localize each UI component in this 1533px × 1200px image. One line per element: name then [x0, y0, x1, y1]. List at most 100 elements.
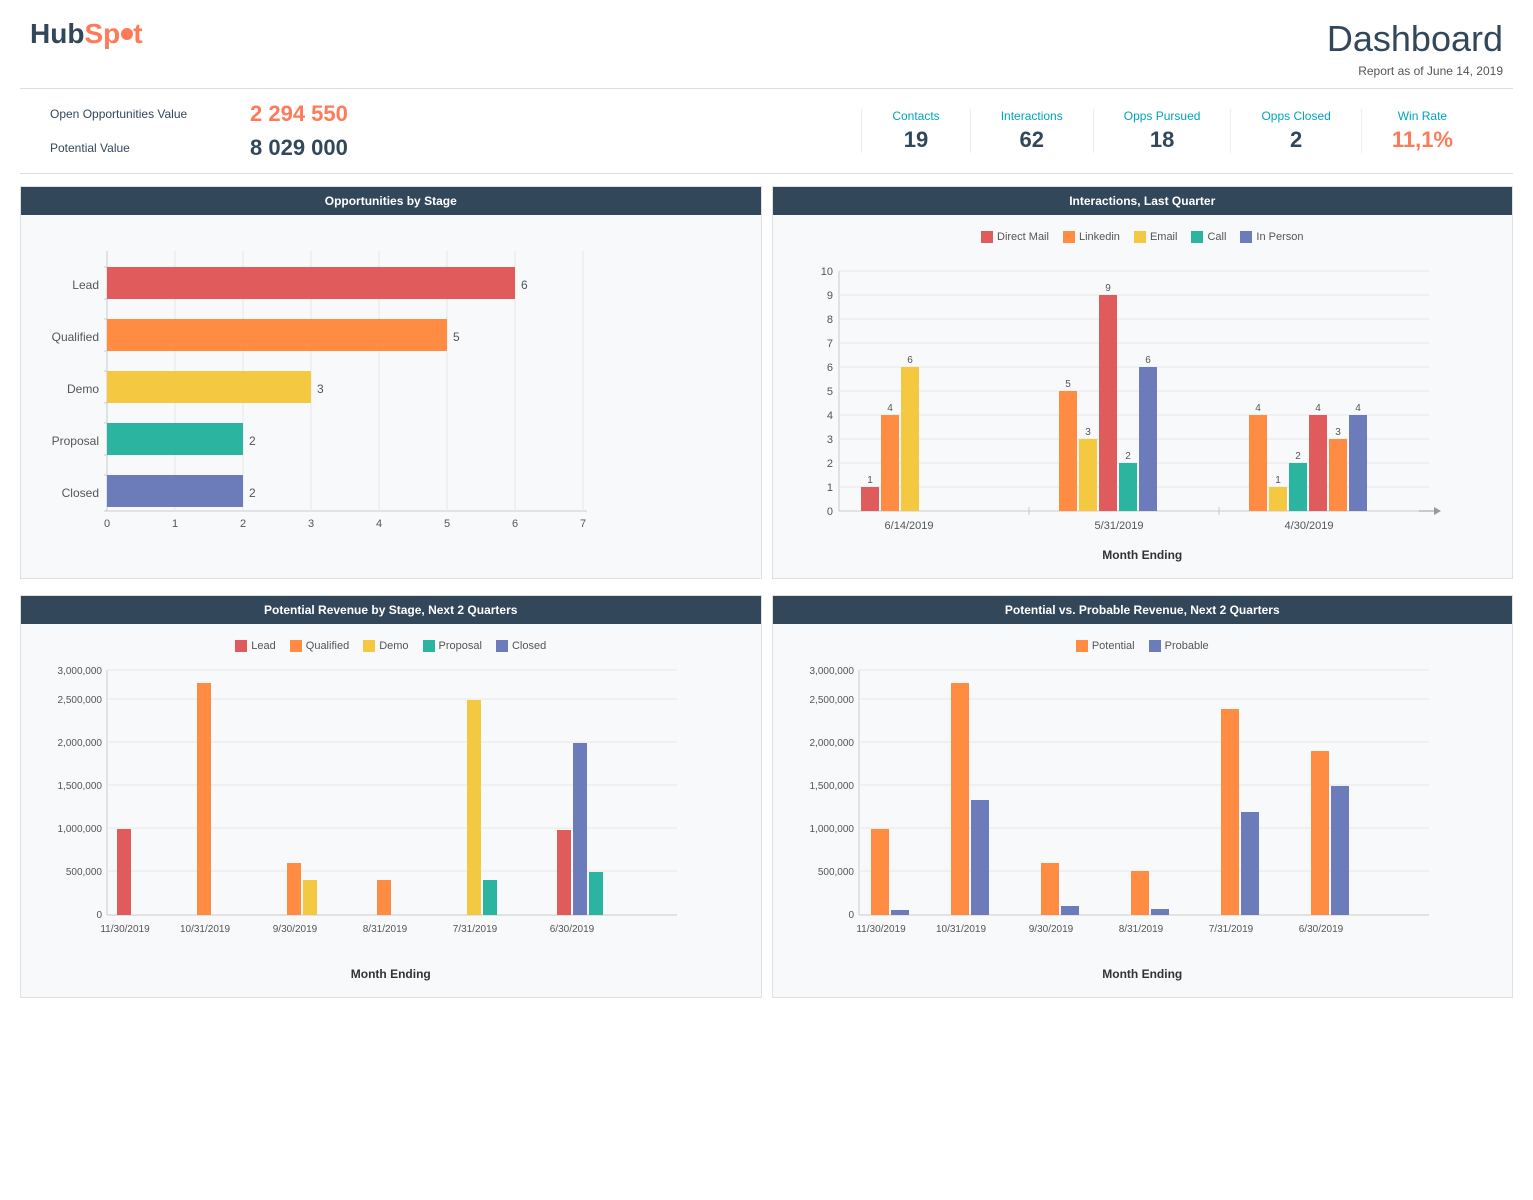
- leg-demo-label: Demo: [379, 640, 408, 652]
- svg-text:7/31/2019: 7/31/2019: [453, 924, 498, 935]
- svg-text:5: 5: [826, 386, 832, 398]
- interactions-label: Interactions: [1001, 109, 1063, 123]
- svg-text:6: 6: [826, 362, 832, 374]
- potential-by-stage-panel: Potential Revenue by Stage, Next 2 Quart…: [20, 595, 762, 998]
- legend-direct-mail-label: Direct Mail: [997, 231, 1049, 243]
- svg-text:2,000,000: 2,000,000: [809, 738, 854, 749]
- svg-text:2: 2: [1125, 451, 1131, 462]
- svg-text:0: 0: [104, 518, 110, 530]
- svg-text:3,000,000: 3,000,000: [809, 666, 854, 677]
- svg-text:1,000,000: 1,000,000: [809, 824, 854, 835]
- pvp-legend: Potential Probable: [789, 640, 1497, 652]
- opps-pursued-value: 18: [1124, 127, 1201, 153]
- svg-text:500,000: 500,000: [66, 867, 103, 878]
- leg-closed-box: [496, 640, 508, 652]
- svg-text:1: 1: [867, 475, 873, 486]
- svg-text:6/30/2019: 6/30/2019: [1298, 924, 1343, 935]
- svg-text:4: 4: [1255, 403, 1261, 414]
- bar-proposal: [107, 423, 243, 455]
- svg-text:9: 9: [826, 290, 832, 302]
- potential-vs-probable-body: Potential Probable 0 500,000 1,000,000 1…: [773, 624, 1513, 997]
- leg-proposal-label: Proposal: [439, 640, 482, 652]
- svg-text:10: 10: [820, 266, 832, 278]
- leg-probable-label: Probable: [1165, 640, 1209, 652]
- svg-text:500,000: 500,000: [817, 867, 854, 878]
- svg-text:2,500,000: 2,500,000: [58, 695, 103, 706]
- interactions-chart: 0 1 2 3 4 5 6 7 8 9 10: [789, 251, 1449, 541]
- contacts-label: Contacts: [892, 109, 939, 123]
- svg-text:0: 0: [848, 910, 854, 921]
- bar-demo: [107, 371, 311, 403]
- svg-text:9/30/2019: 9/30/2019: [1028, 924, 1073, 935]
- svg-text:0: 0: [826, 506, 832, 518]
- svg-text:2: 2: [826, 458, 832, 470]
- svg-text:4/30/2019: 4/30/2019: [1284, 520, 1333, 532]
- svg-text:6/30/2019: 6/30/2019: [550, 924, 595, 935]
- legend-email: Email: [1134, 231, 1178, 243]
- potential-by-stage-body: Lead Qualified Demo Proposal Closed 0 50…: [21, 624, 761, 997]
- pvp-axis-label: Month Ending: [789, 967, 1497, 981]
- dashboard-title: Dashboard: [1327, 18, 1503, 60]
- leg-proposal: Proposal: [423, 640, 482, 652]
- svg-text:6: 6: [1145, 355, 1151, 366]
- svg-text:Qualified: Qualified: [52, 330, 99, 344]
- svg-text:Proposal: Proposal: [52, 434, 99, 448]
- svg-text:7: 7: [580, 518, 586, 530]
- svg-text:11/30/2019: 11/30/2019: [100, 924, 150, 935]
- legend-linkedin: Linkedin: [1063, 231, 1120, 243]
- open-opps-label: Open Opportunities Value: [50, 107, 250, 121]
- opps-pursued-label: Opps Pursued: [1124, 109, 1201, 123]
- interactions-title: Interactions, Last Quarter: [773, 187, 1513, 215]
- opps-closed-value: 2: [1261, 127, 1330, 153]
- svg-text:4: 4: [887, 403, 893, 414]
- svg-text:5: 5: [453, 330, 460, 344]
- leg-probable-box: [1149, 640, 1161, 652]
- contacts-value: 19: [892, 127, 939, 153]
- leg-demo: Demo: [363, 640, 408, 652]
- svg-text:5: 5: [444, 518, 450, 530]
- svg-text:6/14/2019: 6/14/2019: [884, 520, 933, 532]
- legend-call-box: [1191, 231, 1203, 243]
- svg-text:10/31/2019: 10/31/2019: [935, 924, 985, 935]
- svg-text:7: 7: [826, 338, 832, 350]
- pvp-chart: 0 500,000 1,000,000 1,500,000 2,000,000 …: [789, 660, 1449, 960]
- logo-sp-text: Sp: [84, 18, 120, 50]
- svg-text:Closed: Closed: [62, 486, 99, 500]
- svg-text:7/31/2019: 7/31/2019: [1208, 924, 1253, 935]
- leg-lead-box: [235, 640, 247, 652]
- kpi-left: Open Opportunities Value 2 294 550 Poten…: [50, 97, 861, 165]
- top-charts-row: Opportunities by Stage 0 1 2 3 4 5 6 7: [20, 186, 1513, 579]
- svg-text:1: 1: [1275, 475, 1281, 486]
- svg-text:3,000,000: 3,000,000: [58, 666, 103, 677]
- svg-text:2: 2: [1295, 451, 1301, 462]
- kpi-win-rate: Win Rate 11,1%: [1361, 109, 1483, 153]
- kpi-open-opps-row: Open Opportunities Value 2 294 550: [50, 97, 861, 131]
- svg-text:8/31/2019: 8/31/2019: [363, 924, 408, 935]
- svg-text:9: 9: [1105, 283, 1111, 294]
- leg-qualified-box: [290, 640, 302, 652]
- legend-in-person-label: In Person: [1256, 231, 1303, 243]
- opps-closed-label: Opps Closed: [1261, 109, 1330, 123]
- leg-closed-label: Closed: [512, 640, 546, 652]
- potential-stage-axis-label: Month Ending: [37, 967, 745, 981]
- opps-by-stage-title: Opportunities by Stage: [21, 187, 761, 215]
- potential-by-stage-title: Potential Revenue by Stage, Next 2 Quart…: [21, 596, 761, 624]
- svg-text:10/31/2019: 10/31/2019: [180, 924, 230, 935]
- leg-demo-box: [363, 640, 375, 652]
- interactions-axis-label: Month Ending: [789, 548, 1497, 562]
- bottom-charts-row: Potential Revenue by Stage, Next 2 Quart…: [20, 595, 1513, 998]
- kpi-contacts: Contacts 19: [861, 109, 969, 153]
- kpi-potential-row: Potential Value 8 029 000: [50, 131, 861, 165]
- kpi-metrics: Contacts 19 Interactions 62 Opps Pursued…: [861, 109, 1483, 153]
- potential-value: 8 029 000: [250, 135, 348, 161]
- report-date: Report as of June 14, 2019: [1327, 64, 1503, 78]
- svg-text:1,500,000: 1,500,000: [809, 781, 854, 792]
- legend-call-label: Call: [1207, 231, 1226, 243]
- opps-by-stage-chart: 0 1 2 3 4 5 6 7 Lead 6: [37, 231, 617, 551]
- legend-in-person-box: [1240, 231, 1252, 243]
- logo-t-text: t: [133, 18, 142, 50]
- legend-in-person: In Person: [1240, 231, 1303, 243]
- kpi-opps-pursued: Opps Pursued 18: [1093, 109, 1231, 153]
- leg-lead-label: Lead: [251, 640, 275, 652]
- bar-closed: [107, 475, 243, 507]
